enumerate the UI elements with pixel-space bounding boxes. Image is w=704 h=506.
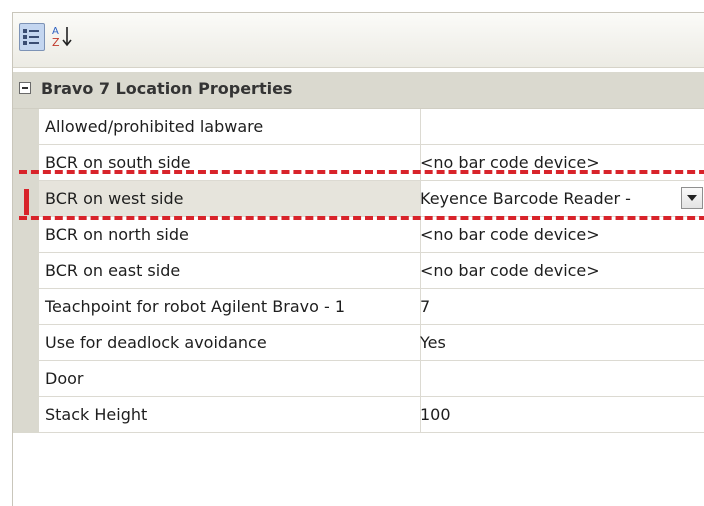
property-value[interactable]: <no bar code device> <box>415 145 704 181</box>
alphabetical-sort-icon: A Z <box>52 26 72 49</box>
property-value[interactable] <box>415 109 704 145</box>
row-margin <box>13 361 39 397</box>
row-margin <box>13 109 39 145</box>
property-value[interactable]: <no bar code device> <box>415 253 704 289</box>
property-row-teachpoint[interactable]: Teachpoint for robot Agilent Bravo - 1 7 <box>13 289 704 325</box>
row-margin <box>13 217 39 253</box>
category-title: Bravo 7 Location Properties <box>41 79 293 98</box>
property-value[interactable]: 100 <box>415 397 704 433</box>
property-name: Allowed/prohibited labware <box>39 109 421 145</box>
dropdown-arrow-icon[interactable] <box>681 187 703 209</box>
sort-letter-z: Z <box>52 36 60 49</box>
row-margin <box>13 325 39 361</box>
property-name: BCR on west side <box>39 181 421 217</box>
collapse-icon[interactable] <box>19 82 31 94</box>
row-margin <box>13 289 39 325</box>
property-name: BCR on south side <box>39 145 421 181</box>
property-name: BCR on north side <box>39 217 421 253</box>
row-margin <box>13 253 39 289</box>
property-value[interactable]: Yes <box>415 325 704 361</box>
property-name: Stack Height <box>39 397 421 433</box>
property-row-bcr-south[interactable]: BCR on south side <no bar code device> <box>13 145 704 181</box>
property-grid: Bravo 7 Location Properties Allowed/proh… <box>13 72 704 433</box>
categorized-view-button[interactable] <box>19 23 45 51</box>
row-margin <box>13 145 39 181</box>
property-grid-toolbar: A Z <box>13 13 704 68</box>
categorized-view-icon <box>23 29 39 45</box>
property-row-deadlock[interactable]: Use for deadlock avoidance Yes <box>13 325 704 361</box>
property-value[interactable] <box>415 361 704 397</box>
property-row-stack-height[interactable]: Stack Height 100 <box>13 397 704 433</box>
property-name: Door <box>39 361 421 397</box>
property-row-allowed-labware[interactable]: Allowed/prohibited labware <box>13 109 704 145</box>
property-row-bcr-north[interactable]: BCR on north side <no bar code device> <box>13 217 704 253</box>
property-grid-window: A Z Bravo 7 Location Properties Allowed/… <box>12 12 704 506</box>
property-row-bcr-east[interactable]: BCR on east side <no bar code device> <box>13 253 704 289</box>
property-name: BCR on east side <box>39 253 421 289</box>
property-name: Use for deadlock avoidance <box>39 325 421 361</box>
property-name: Teachpoint for robot Agilent Bravo - 1 <box>39 289 421 325</box>
property-row-bcr-west[interactable]: BCR on west side Keyence Barcode Reader … <box>13 181 704 217</box>
property-row-door[interactable]: Door <box>13 361 704 397</box>
category-row[interactable]: Bravo 7 Location Properties <box>13 72 704 109</box>
row-margin <box>13 397 39 433</box>
property-value-dropdown[interactable]: Keyence Barcode Reader - <box>415 181 704 217</box>
highlight-annotation-marker <box>24 189 29 215</box>
property-value[interactable]: 7 <box>415 289 704 325</box>
property-value[interactable]: <no bar code device> <box>415 217 704 253</box>
dropdown-selected-value: Keyence Barcode Reader - <box>420 189 631 208</box>
alphabetical-sort-button[interactable]: A Z <box>51 23 75 49</box>
